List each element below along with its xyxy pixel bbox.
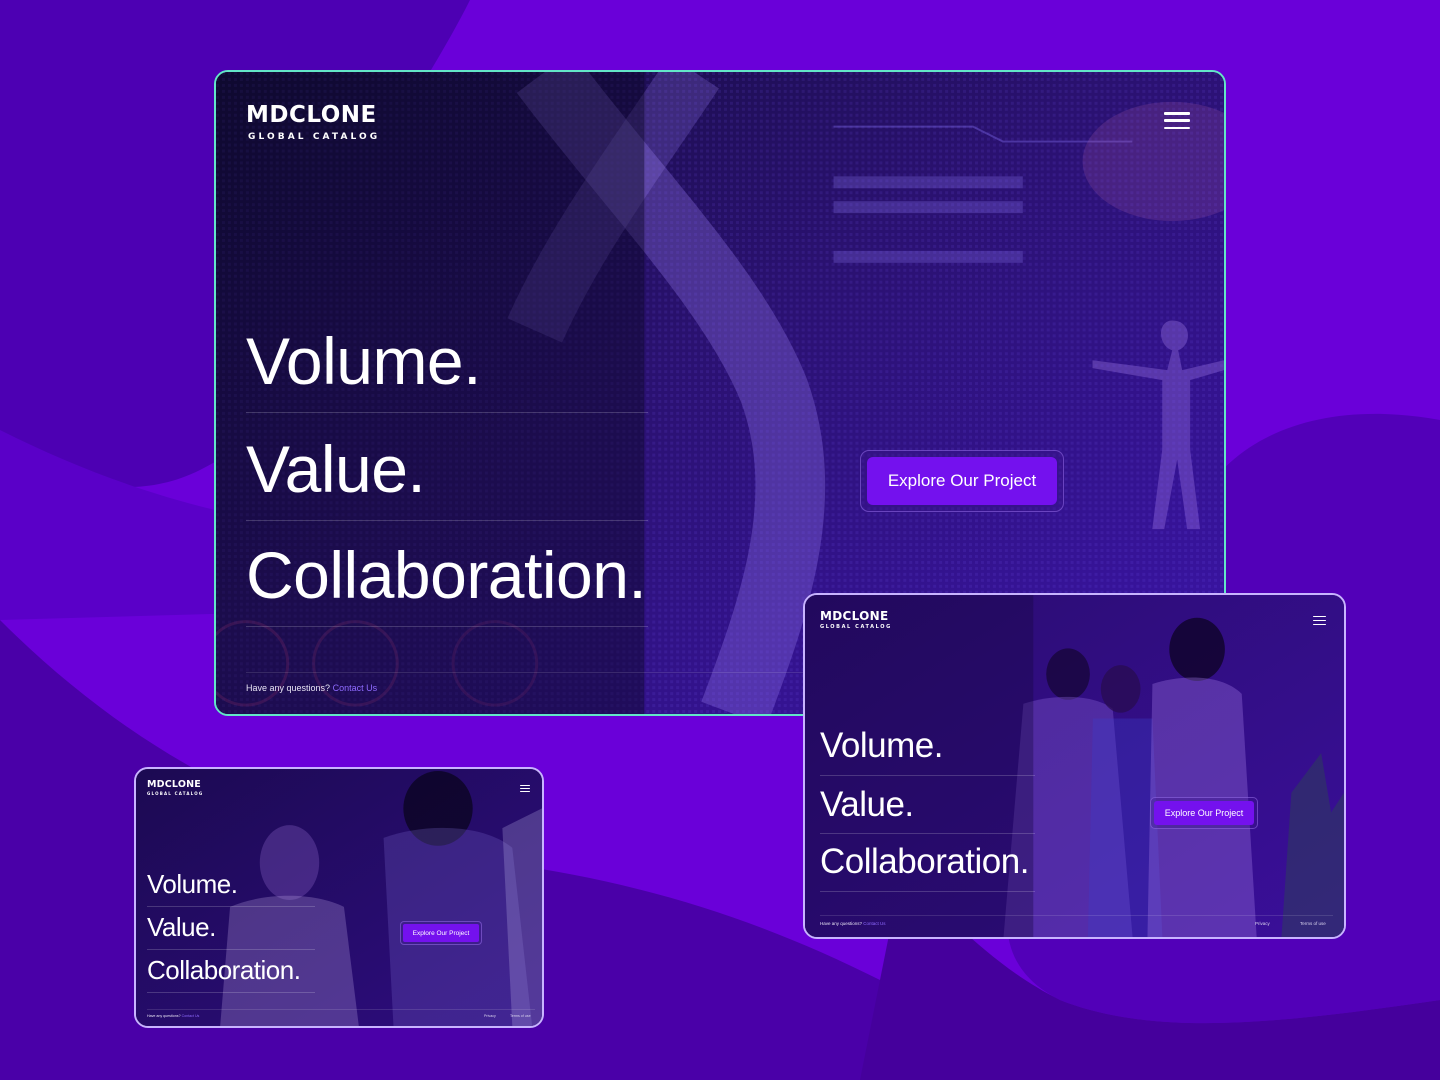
- headline-divider: [147, 949, 315, 950]
- headline-divider: [820, 775, 1035, 776]
- headline-value: Value.: [246, 432, 426, 506]
- hamburger-menu-icon[interactable]: [520, 785, 530, 792]
- explore-project-button[interactable]: Explore Our Project: [403, 924, 479, 942]
- brand-subtitle: GLOBAL CATALOG: [820, 624, 892, 630]
- headline-divider: [820, 833, 1035, 834]
- footer-contact: Have any questions? Contact Us: [246, 683, 377, 693]
- headline-volume: Volume.: [820, 726, 943, 765]
- headline-volume: Volume.: [147, 869, 238, 899]
- headline-divider: [246, 520, 648, 521]
- contact-us-link[interactable]: Contact Us: [182, 1014, 200, 1018]
- explore-project-button[interactable]: Explore Our Project: [867, 457, 1057, 505]
- contact-us-link[interactable]: Contact Us: [333, 683, 378, 693]
- footer-question: Have any questions?: [820, 921, 863, 926]
- headline-divider: [147, 992, 315, 993]
- headline-divider: [246, 412, 648, 413]
- mobile-landscape-preview-card: MDCLONE GLOBAL CATALOG Volume. Value. Co…: [134, 767, 544, 1028]
- headline-divider: [820, 891, 1035, 892]
- brand-subtitle: GLOBAL CATALOG: [248, 132, 381, 142]
- footer-contact: Have any questions? Contact Us: [147, 1014, 199, 1018]
- headline-collaboration: Collaboration.: [246, 538, 647, 612]
- tablet-preview-card: MDCLONE GLOBAL CATALOG Volume. Value. Co…: [803, 593, 1346, 939]
- footer-contact: Have any questions? Contact Us: [820, 921, 886, 926]
- brand-logo[interactable]: MDCLONE GLOBAL CATALOG: [246, 104, 380, 142]
- privacy-link[interactable]: Privacy: [484, 1014, 496, 1018]
- hamburger-menu-icon[interactable]: [1313, 616, 1326, 625]
- brand-name: MDCLONE: [820, 609, 889, 623]
- terms-link[interactable]: Terms of use: [1300, 921, 1326, 926]
- explore-project-button[interactable]: Explore Our Project: [1154, 801, 1254, 825]
- headline-divider: [246, 626, 648, 627]
- brand-name: MDCLONE: [246, 102, 377, 128]
- headline-divider: [147, 906, 315, 907]
- hamburger-menu-icon[interactable]: [1164, 112, 1190, 129]
- headline-collaboration: Collaboration.: [820, 842, 1029, 881]
- brand-subtitle: GLOBAL CATALOG: [147, 790, 204, 796]
- footer-divider: [147, 1009, 535, 1010]
- footer-question: Have any questions?: [147, 1014, 181, 1018]
- footer-question: Have any questions?: [246, 683, 331, 693]
- brand-logo[interactable]: MDCLONE GLOBAL CATALOG: [147, 780, 203, 796]
- brand-logo[interactable]: MDCLONE GLOBAL CATALOG: [820, 610, 892, 630]
- headline-value: Value.: [820, 785, 914, 824]
- privacy-link[interactable]: Privacy: [1255, 921, 1270, 926]
- contact-us-link[interactable]: Contact Us: [863, 921, 885, 926]
- terms-link[interactable]: Terms of use: [510, 1014, 531, 1018]
- headline-collaboration: Collaboration.: [147, 955, 301, 985]
- hero-background-image: [805, 595, 1344, 937]
- headline-value: Value.: [147, 912, 216, 942]
- headline-volume: Volume.: [246, 324, 481, 398]
- brand-name: MDCLONE: [147, 779, 201, 790]
- footer-divider: [820, 915, 1333, 916]
